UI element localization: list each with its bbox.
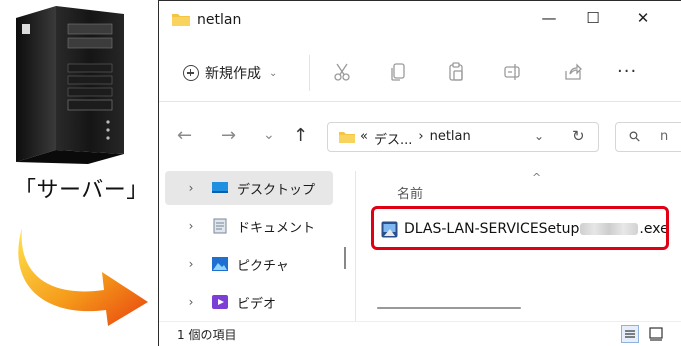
paste-icon[interactable]: [445, 61, 467, 83]
new-button-label: 新規作成: [205, 66, 261, 82]
minimize-button[interactable]: —: [535, 9, 563, 33]
nav-item-pictures[interactable]: › ピクチャ: [159, 247, 349, 281]
breadcrumb-overflow[interactable]: «: [360, 129, 368, 148]
recent-locations-button[interactable]: ⌄: [263, 127, 275, 143]
navigation-pane: › デスクトップ › ドキュメント › ピクチャ › ビデオ: [159, 171, 355, 319]
details-view-icon[interactable]: [621, 325, 639, 343]
status-bar: 1 個の項目: [159, 321, 681, 346]
pictures-icon: [212, 257, 228, 271]
cut-icon[interactable]: [331, 61, 353, 83]
forward-button[interactable]: →: [221, 125, 236, 146]
refresh-button[interactable]: ↻: [572, 127, 585, 145]
curved-arrow-graphic: [18, 228, 148, 326]
search-placeholder: n: [660, 129, 669, 144]
horizontal-scrollbar[interactable]: [377, 307, 521, 309]
pane-splitter[interactable]: [355, 171, 356, 321]
maximize-button[interactable]: ☐: [579, 9, 607, 33]
close-button[interactable]: ✕: [629, 9, 657, 33]
nav-item-label: ビデオ: [237, 296, 277, 312]
videos-icon: [212, 295, 228, 309]
expand-chevron-icon[interactable]: ›: [179, 219, 203, 233]
nav-item-videos[interactable]: › ビデオ: [159, 285, 349, 319]
breadcrumb-desktop[interactable]: デス...: [374, 129, 412, 148]
command-bar: 新規作成 ⌄ ···: [159, 45, 681, 102]
search-box[interactable]: ⚲ n: [615, 122, 681, 152]
nav-scrollbar[interactable]: [344, 247, 346, 269]
new-button[interactable]: 新規作成 ⌄: [183, 61, 277, 85]
nav-item-desktop[interactable]: › デスクトップ: [159, 171, 349, 205]
address-dropdown-button[interactable]: ⌄: [534, 129, 544, 143]
folder-icon: [339, 132, 355, 143]
nav-item-label: ドキュメント: [237, 220, 316, 236]
breadcrumb-netlan[interactable]: netlan: [430, 129, 471, 148]
desktop-icon: [212, 182, 228, 193]
toolbar-divider: [309, 55, 310, 91]
title-bar[interactable]: netlan — ☐ ✕: [159, 1, 681, 41]
copy-icon[interactable]: [387, 61, 409, 83]
nav-item-documents[interactable]: › ドキュメント: [159, 209, 349, 243]
expand-chevron-icon[interactable]: ›: [179, 257, 203, 271]
breadcrumb: « デス... › netlan: [360, 129, 471, 148]
address-row: ← → ⌄ ↑ « デス... › netlan ⌄ ↻ ⚲ n: [159, 111, 681, 163]
server-caption: 「サーバー」: [14, 178, 149, 203]
large-icons-view-icon[interactable]: [647, 325, 665, 343]
breadcrumb-separator: ›: [418, 129, 424, 144]
back-button[interactable]: ←: [177, 125, 192, 146]
column-header-name[interactable]: 名前: [397, 183, 423, 202]
nav-item-label: デスクトップ: [237, 182, 316, 198]
rename-icon[interactable]: [502, 61, 524, 83]
item-count: 1 個の項目: [177, 328, 237, 342]
plus-circle-icon: [183, 65, 199, 81]
expand-chevron-icon[interactable]: ›: [179, 295, 203, 309]
sort-ascending-icon: ^: [532, 171, 542, 184]
nav-item-label: ピクチャ: [237, 258, 289, 274]
chevron-down-icon: ⌄: [269, 67, 278, 79]
address-bar[interactable]: « デス... › netlan ⌄ ↻: [327, 122, 599, 152]
search-icon: ⚲: [625, 127, 645, 147]
share-icon[interactable]: [562, 61, 584, 83]
folder-icon: [172, 14, 190, 26]
server-tower-image: [16, 6, 124, 164]
explorer-window: netlan — ☐ ✕ 新規作成 ⌄ ··· ← → ⌄ ↑ « デス... …: [158, 0, 681, 346]
highlight-box: [371, 206, 669, 250]
up-button[interactable]: ↑: [293, 125, 308, 146]
documents-icon: [213, 218, 227, 234]
expand-chevron-icon[interactable]: ›: [179, 181, 203, 195]
more-options-button[interactable]: ···: [617, 61, 637, 82]
window-title: netlan: [197, 12, 242, 28]
